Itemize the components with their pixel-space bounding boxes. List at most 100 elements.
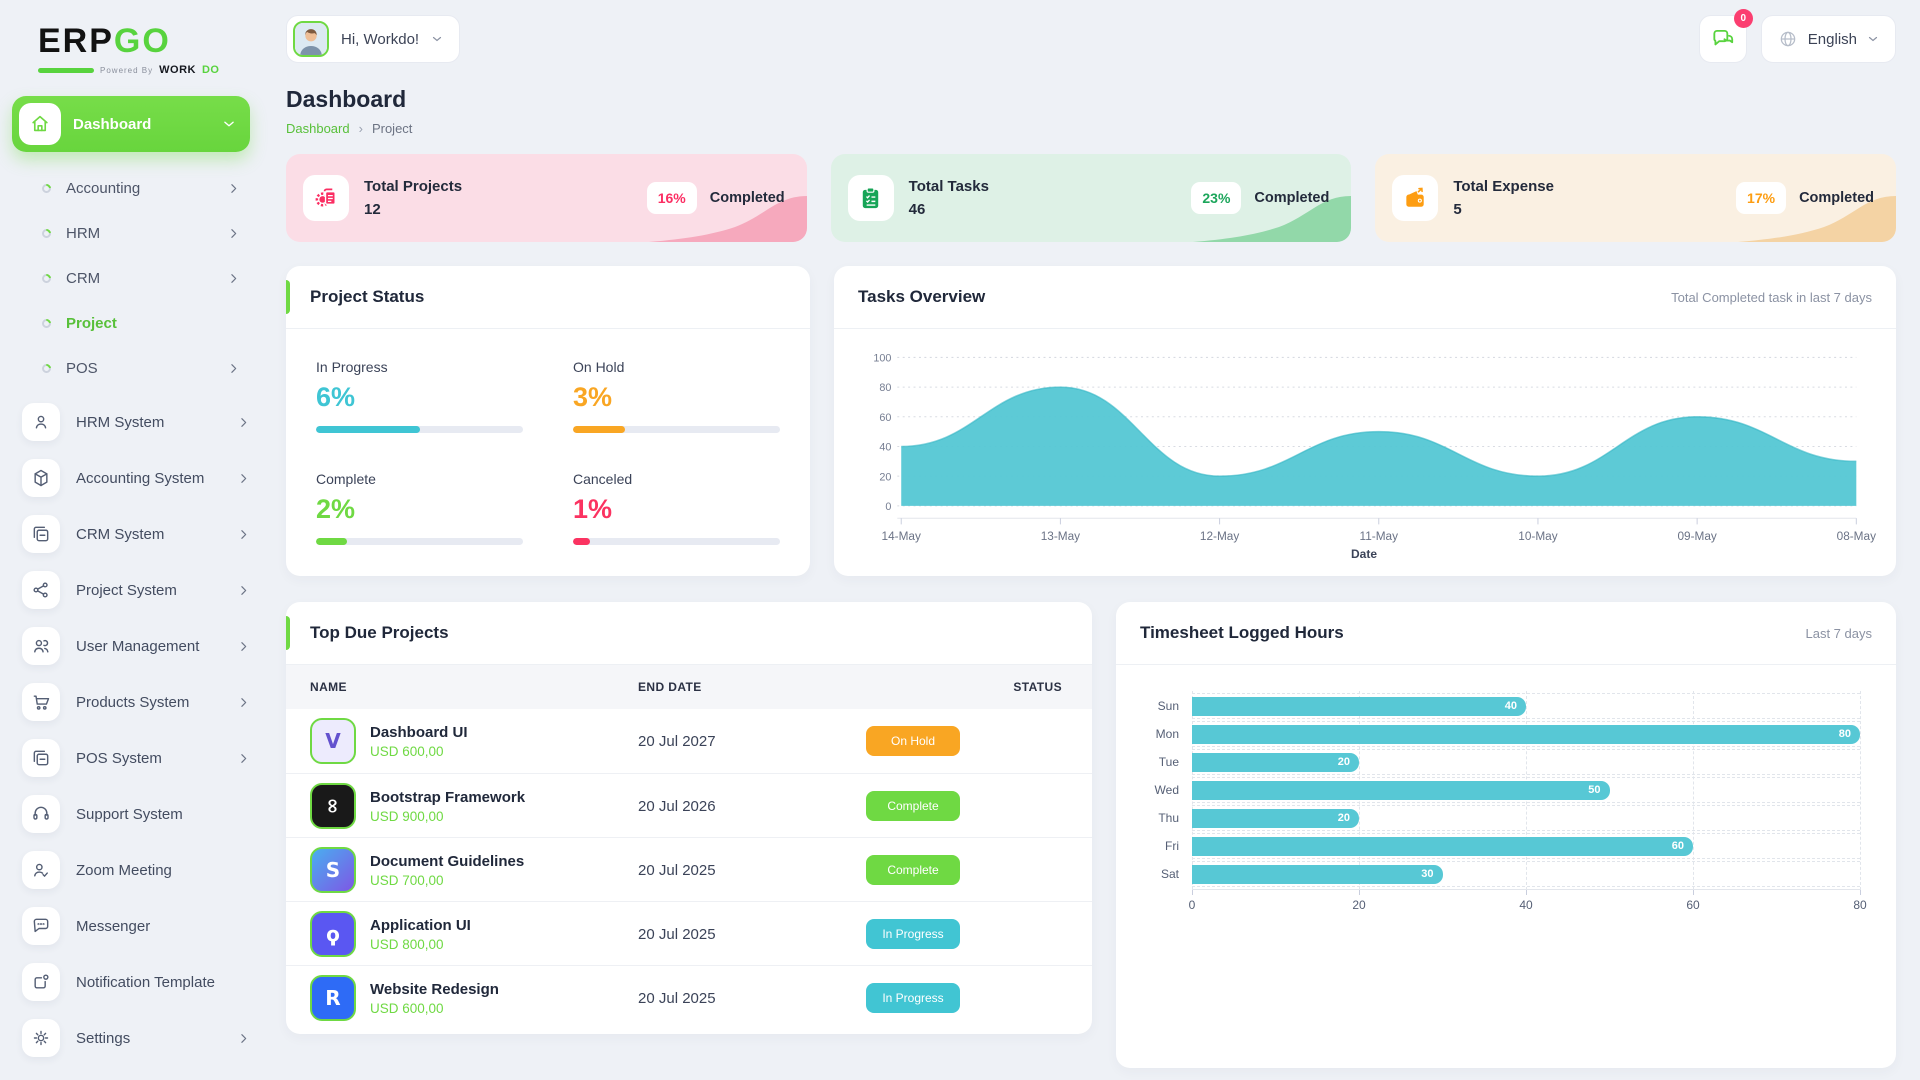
timesheet-chart: Sun 40 Mon 80 Tue 20 Wed 50 Thu 20 Fri 6…	[1116, 665, 1896, 929]
user-menu-button[interactable]: Hi, Workdo!	[286, 15, 460, 63]
sidebar-item-zoom-meeting[interactable]: Zoom Meeting	[12, 847, 250, 893]
stat-card-total-tasks: Total Tasks 46 23% Completed	[831, 154, 1352, 242]
sidebar-item-products-system[interactable]: Products System	[12, 679, 250, 725]
project-row-application-ui[interactable]: ϙ Application UI USD 800,00 20 Jul 2025 …	[286, 901, 1092, 965]
chevron-right-icon	[227, 182, 240, 195]
project-row-bootstrap-framework[interactable]: ∞ Bootstrap Framework USD 900,00 20 Jul …	[286, 773, 1092, 837]
sidebar-item-dashboard[interactable]: Dashboard	[12, 96, 250, 152]
project-amount: USD 700,00	[370, 873, 524, 888]
sidebar-item-pos-system[interactable]: POS System	[12, 735, 250, 781]
brand-name: ERPGO	[38, 24, 250, 58]
status-metric-value: 2%	[316, 494, 523, 525]
sidebar-item-crm-system[interactable]: CRM System	[12, 511, 250, 557]
sidebar-subitem-project[interactable]: Project	[12, 301, 250, 346]
bar: 80	[1192, 725, 1860, 744]
status-metric-complete: Complete 2%	[316, 471, 523, 545]
chevron-right-icon	[237, 1032, 250, 1045]
gear-icon	[22, 1019, 60, 1057]
stat-percent-badge: 23%	[1191, 182, 1241, 214]
chat-bubbles-icon	[1710, 26, 1736, 52]
project-end-date: 20 Jul 2025	[638, 862, 838, 879]
bar: 30	[1192, 865, 1443, 884]
sidebar-item-project-system[interactable]: Project System	[12, 567, 250, 613]
sidebar-subitem-pos[interactable]: POS	[12, 346, 250, 391]
svg-text:100: 100	[873, 352, 891, 364]
language-label: English	[1808, 31, 1857, 48]
project-end-date: 20 Jul 2026	[638, 798, 838, 815]
table-body: V Dashboard UI USD 600,00 20 Jul 2027 On…	[286, 709, 1092, 1029]
project-row-dashboard-ui[interactable]: V Dashboard UI USD 600,00 20 Jul 2027 On…	[286, 709, 1092, 773]
project-row-website-redesign[interactable]: R Website Redesign USD 600,00 20 Jul 202…	[286, 965, 1092, 1029]
sidebar-item-settings[interactable]: Settings	[12, 1015, 250, 1061]
stat-title: Total Tasks	[909, 178, 989, 195]
timesheet-header: Timesheet Logged Hours Last 7 days	[1116, 602, 1896, 665]
stat-card-total-projects: Total Projects 12 16% Completed	[286, 154, 807, 242]
avatar	[293, 21, 329, 57]
svg-text:11-May: 11-May	[1360, 529, 1399, 543]
status-metric-label: In Progress	[316, 359, 523, 375]
brand-logo[interactable]: ERPGO Powered By WORKDO	[38, 24, 250, 76]
project-logo: ϙ	[310, 911, 356, 957]
notification-count-badge: 0	[1734, 9, 1753, 28]
area-chart-svg: 02040608010014-May13-May12-May11-May10-M…	[852, 343, 1876, 545]
chevron-right-icon	[237, 696, 250, 709]
status-metric-label: Complete	[316, 471, 523, 487]
top-due-header: Top Due Projects	[286, 602, 1092, 665]
sidebar-subitem-label: Accounting	[66, 180, 140, 197]
sidebar-item-messenger[interactable]: Messenger	[12, 903, 250, 949]
bullet-icon	[40, 182, 53, 195]
sidebar-subitem-crm[interactable]: CRM	[12, 256, 250, 301]
project-row-document-guidelines[interactable]: S Document Guidelines USD 700,00 20 Jul …	[286, 837, 1092, 901]
project-end-date: 20 Jul 2025	[638, 926, 838, 943]
project-amount: USD 600,00	[370, 744, 468, 759]
sidebar-item-label: Support System	[76, 806, 183, 823]
user-check-icon	[22, 851, 60, 889]
status-metric-label: On Hold	[573, 359, 780, 375]
project-status-title: Project Status	[310, 287, 424, 307]
sidebar-subitem-label: HRM	[66, 225, 100, 242]
project-name: Bootstrap Framework	[370, 789, 525, 806]
svg-text:12-May: 12-May	[1200, 529, 1240, 543]
column-header-status: STATUS	[838, 680, 1068, 694]
sidebar-item-accounting-system[interactable]: Accounting System	[12, 455, 250, 501]
status-badge: Complete	[866, 791, 960, 821]
projects-icon	[303, 175, 349, 221]
svg-text:13-May: 13-May	[1041, 529, 1081, 543]
sidebar-item-label: HRM System	[76, 414, 164, 431]
top-due-projects-card: Top Due Projects NAMEEND DATESTATUS V Da…	[286, 602, 1092, 1034]
project-status-card: Project Status In Progress 6% On Hold 3%…	[286, 266, 810, 576]
chevron-right-icon	[227, 227, 240, 240]
progress-bar	[573, 538, 780, 545]
sidebar: ERPGO Powered By WORKDO Dashboard Accoun…	[0, 0, 264, 1080]
chevron-down-icon	[431, 33, 443, 45]
svg-text:40: 40	[879, 441, 891, 453]
project-logo: ∞	[310, 783, 356, 829]
chevron-right-icon	[237, 752, 250, 765]
sidebar-subitem-accounting[interactable]: Accounting	[12, 166, 250, 211]
powered-by-label: Powered By	[100, 66, 153, 75]
stat-completed-label: Completed	[710, 190, 785, 206]
sidebar-item-hrm-system[interactable]: HRM System	[12, 399, 250, 445]
bar: 40	[1192, 697, 1526, 716]
column-header-end-date: END DATE	[638, 680, 838, 694]
breadcrumb-dashboard-link[interactable]: Dashboard	[286, 121, 350, 136]
status-metric-canceled: Canceled 1%	[573, 471, 780, 545]
bar-value-label: 50	[1588, 784, 1600, 796]
sidebar-item-user-management[interactable]: User Management	[12, 623, 250, 669]
bar-category-label: Sat	[1140, 867, 1192, 881]
project-status-header: Project Status	[286, 266, 810, 329]
bar: 60	[1192, 837, 1693, 856]
chevron-right-icon	[237, 640, 250, 653]
sidebar-item-support-system[interactable]: Support System	[12, 791, 250, 837]
bar-row-tue: Tue 20	[1140, 749, 1860, 775]
chevron-right-icon	[237, 472, 250, 485]
sidebar-item-label: Zoom Meeting	[76, 862, 172, 879]
bar-row-mon: Mon 80	[1140, 721, 1860, 747]
project-amount: USD 800,00	[370, 937, 471, 952]
notifications-button[interactable]: 0	[1699, 15, 1747, 63]
sidebar-item-notification-template[interactable]: Notification Template	[12, 959, 250, 1005]
table-header: NAMEEND DATESTATUS	[286, 665, 1092, 709]
sidebar-subitem-hrm[interactable]: HRM	[12, 211, 250, 256]
language-selector[interactable]: English	[1761, 15, 1896, 63]
bar-category-label: Sun	[1140, 699, 1192, 713]
